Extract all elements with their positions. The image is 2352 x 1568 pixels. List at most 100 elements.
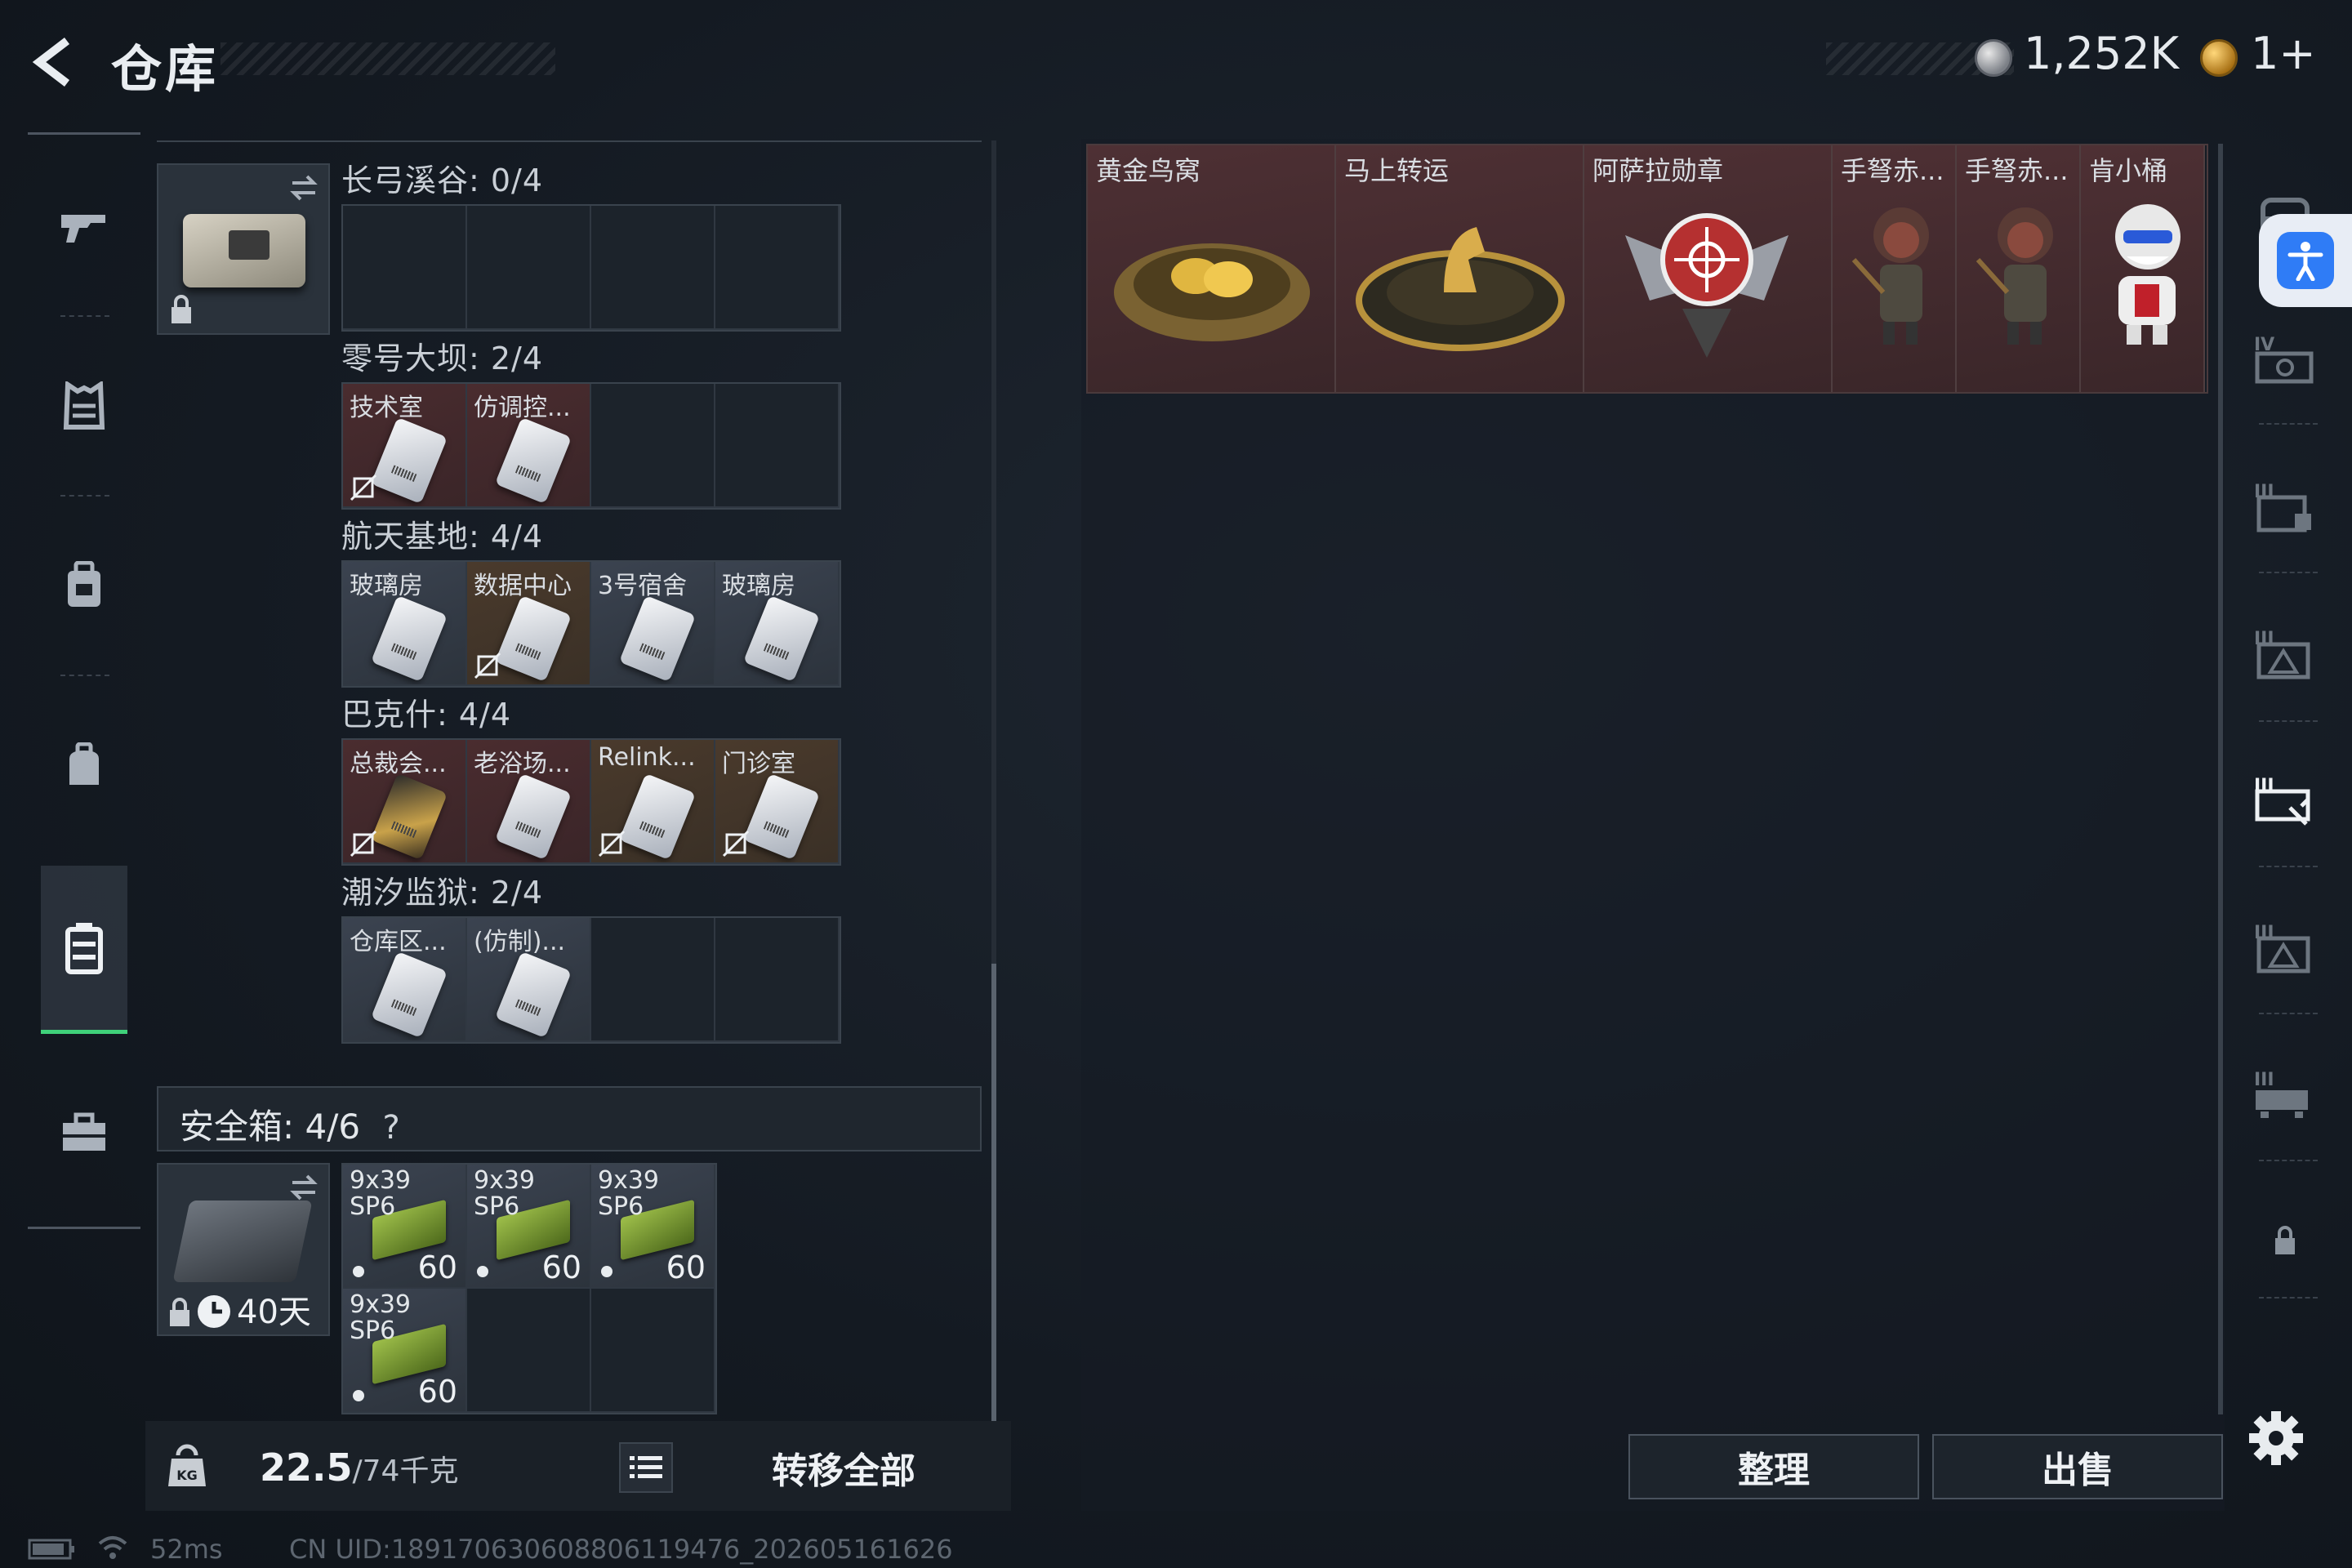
keycard-name: 3号宿舍 <box>598 572 688 600</box>
stash-tab-3[interactable]: III <box>2252 474 2318 539</box>
ammo-item[interactable]: 9x39 SP6 60 <box>591 1165 715 1289</box>
keycard-section-label: 航天基地: 4/4 <box>341 519 544 555</box>
gold-amount[interactable]: 1+ <box>2251 28 2316 79</box>
stash-tab-transfer-icon: III <box>2254 776 2310 826</box>
no-trade-icon <box>598 830 626 858</box>
keycard-item[interactable]: Relink... <box>591 740 715 864</box>
no-trade-icon <box>474 652 501 679</box>
nav-stash[interactable] <box>41 866 127 1034</box>
keycard-holder[interactable] <box>157 163 330 335</box>
keycard-icon <box>618 595 697 683</box>
ammo-count: 60 <box>417 1250 457 1285</box>
stash-tab-1[interactable]: III <box>2252 915 2318 980</box>
backpack-icon <box>68 561 100 607</box>
stash-item[interactable]: 黄金鸟窝 <box>1088 145 1336 392</box>
gun-icon <box>61 215 105 243</box>
stash-item[interactable]: 阿萨拉勋章 <box>1584 145 1833 392</box>
ammo-item[interactable]: 9x39 SP6 60 <box>343 1289 467 1413</box>
keycard-name: 技术室 <box>350 394 423 422</box>
nav-armor[interactable] <box>41 361 127 451</box>
lucky-horse-icon <box>1356 227 1565 351</box>
nav-weapons[interactable] <box>41 181 127 271</box>
empty-slot <box>591 918 715 1042</box>
nav-toolbox[interactable] <box>41 1088 127 1178</box>
uid-readout: CN UID:18917063060880611​9476_2026051616… <box>289 1534 953 1565</box>
weight-icon: KG <box>168 1444 206 1486</box>
nav-backpack[interactable] <box>41 541 127 630</box>
stash-item[interactable]: 肯小桶 <box>2081 145 2205 392</box>
list-view-button[interactable] <box>619 1442 673 1493</box>
ammo-type-dot <box>601 1266 612 1277</box>
ammo-name: 9x39 SP6 <box>350 1290 412 1345</box>
keycard-item[interactable]: 老浴场... <box>467 740 591 864</box>
stash-item[interactable]: 手弩赤... <box>1833 145 1957 392</box>
empty-slot <box>715 918 840 1042</box>
keycard-name: 老浴场... <box>474 750 571 778</box>
help-button[interactable]: ? <box>382 1109 399 1147</box>
keycard-item[interactable]: 仿调控... <box>467 384 591 508</box>
stash-tab-extra-icon: III <box>2254 1070 2308 1118</box>
crossbow-figure-icon <box>1851 207 1929 345</box>
ammo-type-dot <box>477 1266 488 1277</box>
keycard-icon <box>742 595 821 683</box>
ammo-item[interactable]: 9x39 SP6 60 <box>343 1165 467 1289</box>
stash-item-name: 肯小桶 <box>2089 155 2168 186</box>
stash-item[interactable]: 马上转运 <box>1336 145 1584 392</box>
silver-amount[interactable]: 1,252K <box>2024 28 2179 79</box>
stash-tab-locked[interactable] <box>2252 1209 2318 1274</box>
right-side-nav: IV III III III III III <box>2230 139 2328 1307</box>
keycard-item[interactable]: 门诊室 <box>715 740 840 864</box>
keycard-name: 数据中心 <box>474 572 572 600</box>
safebox-container[interactable]: 40天 <box>157 1163 330 1336</box>
stash-item-name: 黄金鸟窝 <box>1096 155 1201 186</box>
keycard-icon <box>370 595 448 683</box>
keycard-item[interactable]: 玻璃房 <box>343 562 467 686</box>
bag-icon <box>69 742 99 785</box>
asara-medal-icon <box>1625 213 1788 358</box>
no-trade-icon <box>350 830 377 858</box>
empty-slot <box>343 206 467 330</box>
accessibility-button[interactable] <box>2259 214 2352 307</box>
keycard-item[interactable]: 仓库区... <box>343 918 467 1042</box>
keycard-item[interactable]: 数据中心 <box>467 562 591 686</box>
weight-readout: 22.5/74千克 <box>260 1446 458 1490</box>
keycard-section-label: 潮汐监狱: 2/4 <box>341 875 544 911</box>
keycard-item[interactable]: 技术室 <box>343 384 467 508</box>
safebox-header: 安全箱: 4/6 ? <box>157 1086 982 1152</box>
sell-button[interactable]: 出售 <box>1932 1434 2223 1499</box>
keycard-name: 玻璃房 <box>722 572 795 600</box>
stash-item[interactable]: 手弩赤... <box>1957 145 2081 392</box>
stash-tab-2[interactable]: III <box>2252 621 2318 686</box>
safebox-label: 安全箱: 4/6 <box>180 1107 361 1147</box>
stash-tab-iii-icon: III <box>2254 482 2311 532</box>
keycard-item[interactable]: 3号宿舍 <box>591 562 715 686</box>
stash-item-name: 阿萨拉勋章 <box>1592 155 1724 186</box>
stash-item-name: 马上转运 <box>1344 155 1450 186</box>
svg-text:III: III <box>2254 1070 2274 1090</box>
organize-button[interactable]: 整理 <box>1628 1434 1919 1499</box>
left-scroll-thumb[interactable] <box>991 964 996 1421</box>
settings-gear-icon[interactable] <box>2247 1410 2305 1467</box>
lock-icon <box>170 1298 189 1326</box>
wifi-icon <box>98 1536 127 1559</box>
keycard-item[interactable]: 玻璃房 <box>715 562 840 686</box>
left-nav <box>28 132 140 1235</box>
keycard-icon <box>370 416 448 505</box>
keycard-item[interactable]: 总裁会... <box>343 740 467 864</box>
keycard-item[interactable]: (仿制)... <box>467 918 591 1042</box>
swap-icon[interactable] <box>287 172 320 204</box>
transfer-all-button[interactable]: 转移全部 <box>693 1434 995 1501</box>
nav-bag[interactable] <box>41 720 127 810</box>
stash-tab-active[interactable]: III <box>2252 768 2318 833</box>
swap-icon[interactable] <box>287 1171 320 1204</box>
back-button[interactable] <box>24 29 90 95</box>
stash-tab-extra[interactable]: III <box>2252 1062 2318 1127</box>
kfc-bucket-figure-icon <box>2115 204 2180 345</box>
empty-slot <box>715 206 840 330</box>
ammo-item[interactable]: 9x39 SP6 60 <box>467 1165 591 1289</box>
keycard-name: 总裁会... <box>350 750 447 778</box>
keycard-name: 仿调控... <box>474 394 571 422</box>
stash-scrollbar[interactable] <box>2218 144 2223 1414</box>
keycard-section-grid <box>341 204 841 332</box>
stash-tab-4[interactable]: IV <box>2252 327 2318 392</box>
